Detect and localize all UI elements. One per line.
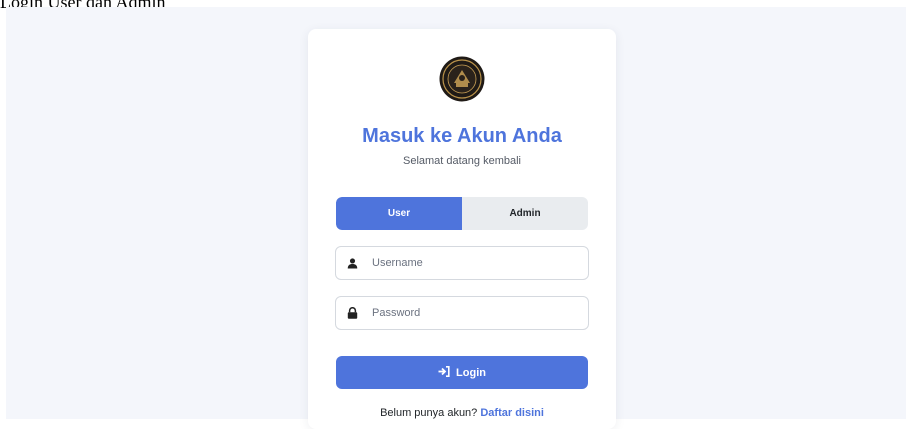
- password-field: [335, 296, 589, 330]
- page-subtitle: Selamat datang kembali: [402, 155, 521, 167]
- user-icon: [336, 247, 368, 279]
- username-field: [335, 246, 589, 280]
- login-card: Masuk ke Akun Anda Selamat datang kembal…: [308, 29, 616, 429]
- register-text: Belum punya akun?: [380, 407, 478, 419]
- tab-user[interactable]: User: [336, 197, 462, 230]
- sign-in-icon: [438, 365, 450, 380]
- password-input[interactable]: [368, 299, 588, 327]
- username-input[interactable]: [368, 249, 588, 277]
- institution-logo: [439, 56, 485, 102]
- page-title: Masuk ke Akun Anda: [362, 125, 562, 147]
- role-tabs: User Admin: [336, 197, 588, 230]
- register-prompt: Belum punya akun? Daftar disini: [308, 407, 616, 419]
- tab-admin[interactable]: Admin: [462, 197, 588, 230]
- lock-icon: [336, 297, 368, 329]
- login-button-label: Login: [456, 366, 486, 379]
- login-button[interactable]: Login: [336, 356, 588, 389]
- register-link[interactable]: Daftar disini: [480, 407, 544, 419]
